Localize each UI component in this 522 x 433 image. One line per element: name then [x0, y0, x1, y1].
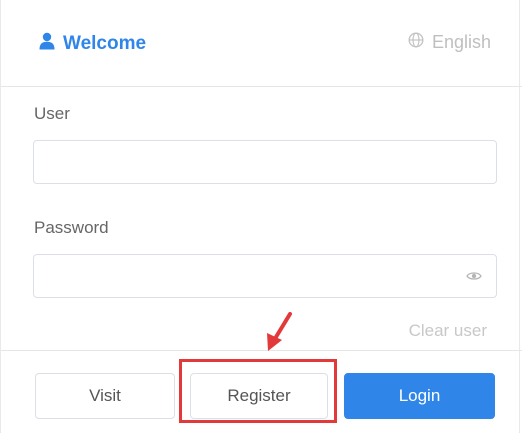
language-selector[interactable]: English — [408, 32, 491, 53]
globe-icon — [408, 32, 424, 53]
eye-icon[interactable] — [466, 269, 482, 283]
welcome-text: Welcome — [63, 33, 147, 54]
user-field[interactable] — [33, 140, 497, 184]
register-button[interactable]: Register — [190, 373, 328, 419]
password-input[interactable] — [34, 255, 496, 297]
login-panel: Welcome English User Password Clear user… — [0, 0, 522, 433]
annotation-arrow-icon — [267, 312, 292, 351]
login-button[interactable]: Login — [344, 373, 495, 419]
password-label: Password — [34, 218, 109, 237]
user-label: User — [34, 104, 70, 123]
welcome-title: Welcome — [39, 32, 146, 56]
user-input[interactable] — [34, 141, 496, 183]
visit-button[interactable]: Visit — [35, 373, 175, 419]
password-field[interactable] — [33, 254, 497, 298]
language-label: English — [431, 32, 491, 52]
user-icon — [39, 32, 55, 56]
footer-divider — [1, 350, 522, 351]
clear-user-link[interactable]: Clear user — [409, 321, 487, 341]
panel-header: Welcome English — [1, 0, 522, 87]
